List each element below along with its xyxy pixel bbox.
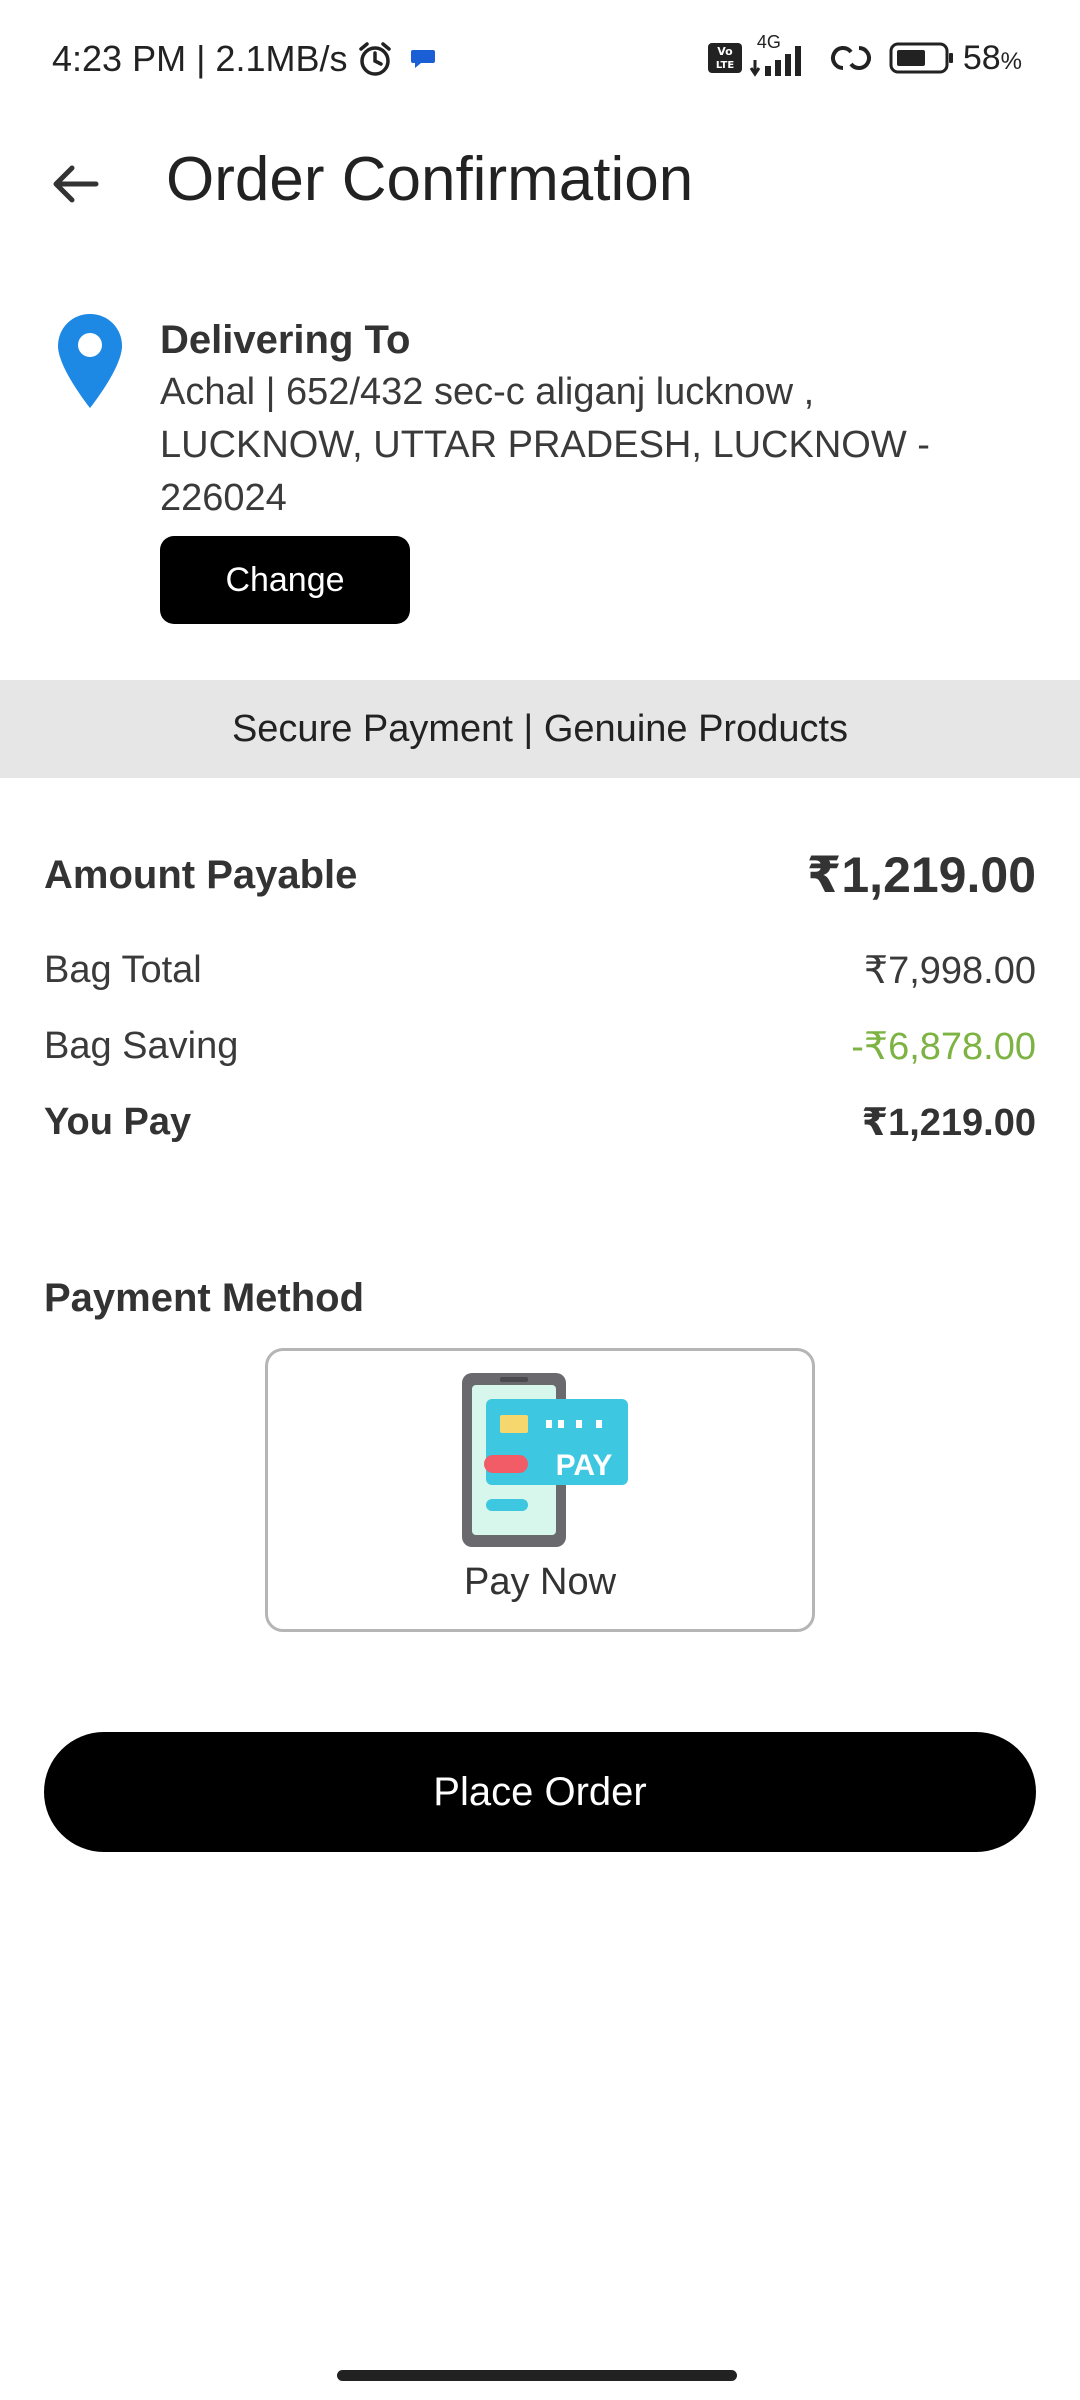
status-bar: 4:23 PM | 2.1MB/s Vo LTE 4G 58% (0, 0, 1080, 120)
amount-payable-label: Amount Payable (44, 852, 358, 897)
bag-total-row: Bag Total ₹7,998.00 (44, 948, 1036, 993)
status-left: 4:23 PM | 2.1MB/s (52, 38, 437, 80)
battery-level: 58 (962, 38, 1001, 77)
signal-icon (749, 46, 801, 77)
bag-saving-label: Bag Saving (44, 1025, 239, 1067)
payment-method-heading: Payment Method (44, 1276, 365, 1320)
volte-text-top: Vo (717, 45, 733, 58)
secure-payment-banner: Secure Payment | Genuine Products (0, 680, 1080, 778)
you-pay-row: You Pay ₹1,219.00 (44, 1100, 1036, 1145)
back-button[interactable] (40, 152, 110, 216)
hotspot-link-icon (830, 46, 871, 70)
pay-badge-text: PAY (556, 1449, 613, 1482)
amount-payable-row: Amount Payable ₹1,219.00 (44, 846, 1036, 904)
bag-saving-value: -₹6,878.00 (851, 1026, 1036, 1068)
delivering-to-heading: Delivering To (160, 318, 411, 362)
mobile-payment-icon: PAY (462, 1373, 628, 1547)
place-order-button[interactable]: Place Order (44, 1732, 1036, 1852)
cellular-signal: 4G (749, 32, 825, 78)
alarm-icon (359, 42, 392, 76)
status-right: Vo LTE 4G 58% (707, 32, 1022, 78)
location-pin-icon (58, 314, 122, 408)
you-pay-value: ₹1,219.00 (861, 1102, 1036, 1144)
app-bar: Order Confirmation (0, 120, 1080, 250)
amount-payable-value: ₹1,219.00 (806, 847, 1036, 903)
change-address-button[interactable]: Change (160, 536, 410, 624)
you-pay-label: You Pay (44, 1101, 192, 1143)
bag-total-label: Bag Total (44, 949, 202, 991)
battery-icon (889, 42, 953, 74)
home-gesture-bar[interactable] (337, 2370, 737, 2381)
delivery-address-text: Achal | 652/432 sec-c aliganj lucknow , … (160, 371, 930, 519)
battery-unit: % (1000, 47, 1022, 75)
arrow-left-icon (53, 165, 99, 203)
battery-percentage: 58% (963, 39, 1022, 78)
bag-total-value: ₹7,998.00 (863, 950, 1036, 992)
page-title: Order Confirmation (166, 145, 694, 214)
status-time-speed: 4:23 PM | 2.1MB/s (52, 38, 348, 79)
volte-text-bottom: LTE (716, 60, 735, 71)
pay-now-option[interactable]: PAY Pay Now (265, 1348, 815, 1632)
bag-saving-row: Bag Saving -₹6,878.00 (44, 1024, 1036, 1069)
volte-icon: Vo LTE (707, 43, 742, 73)
pay-now-label: Pay Now (463, 1561, 617, 1603)
message-notification-icon (411, 50, 436, 68)
